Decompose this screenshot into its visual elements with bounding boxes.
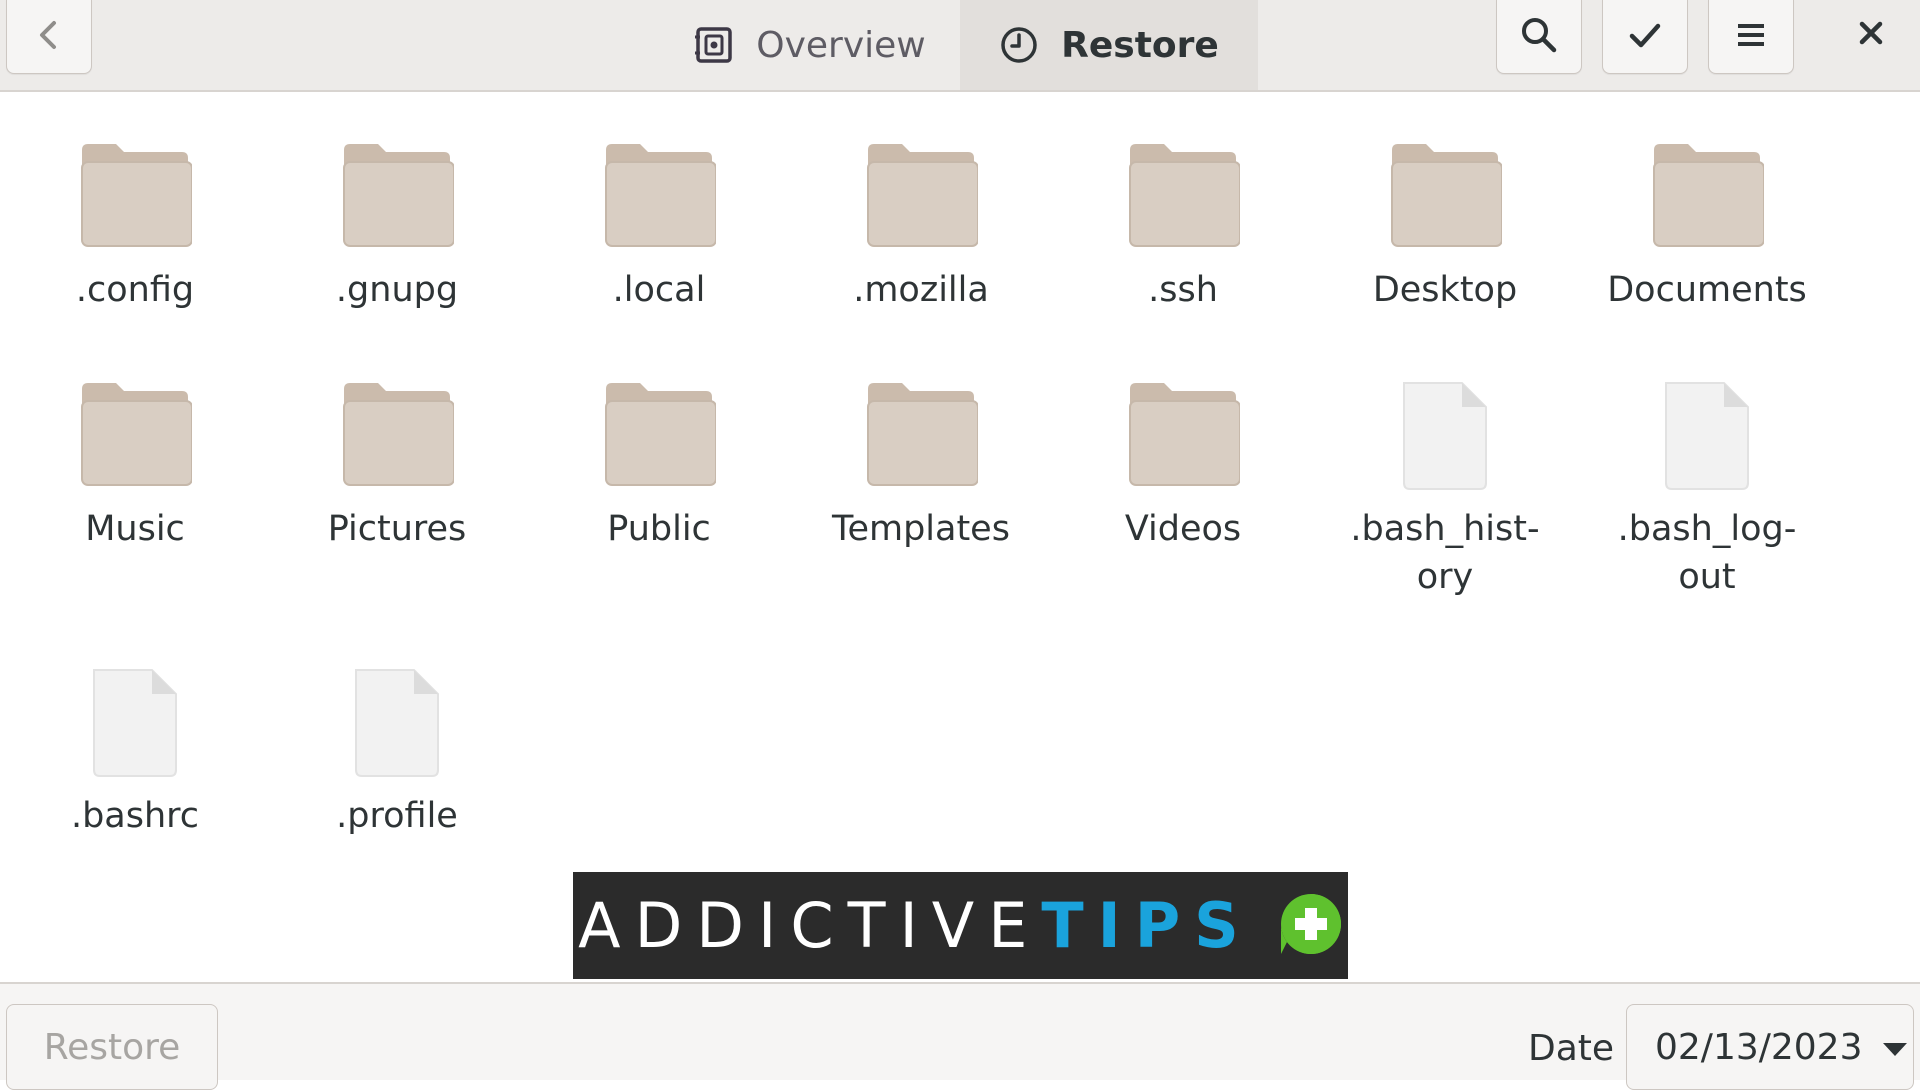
item-label: .gnupg (335, 270, 459, 310)
file-icon (15, 658, 255, 778)
file-grid: .config .gnupg .local .mozilla .ssh Desk… (0, 92, 1920, 982)
folder-item[interactable]: .ssh (1063, 132, 1303, 314)
folder-item[interactable]: .mozilla (801, 132, 1041, 314)
folder-icon (1325, 132, 1565, 252)
watermark-text-bold: TIPS (1041, 889, 1253, 962)
watermark-banner: ADDICTIVETIPS (573, 872, 1348, 979)
back-arrow-icon (34, 15, 64, 59)
folder-item[interactable]: .gnupg (277, 132, 517, 314)
plus-badge-icon (1279, 892, 1343, 960)
item-label: .config (75, 270, 195, 310)
folder-icon (277, 371, 517, 491)
item-label: .bash_log- out (1617, 509, 1797, 597)
item-label: Desktop (1372, 270, 1518, 310)
item-label: .mozilla (853, 270, 989, 310)
folder-item[interactable]: Videos (1063, 371, 1303, 553)
close-button[interactable] (1828, 0, 1914, 70)
item-label: .bashrc (70, 796, 200, 836)
folder-icon (15, 132, 255, 252)
file-item[interactable]: .profile (277, 658, 517, 840)
dropdown-arrow-icon (1881, 1027, 1909, 1068)
archive-icon (694, 25, 734, 65)
folder-icon (277, 132, 517, 252)
item-label: .ssh (1148, 270, 1218, 310)
tab-overview-label: Overview (756, 24, 926, 66)
folder-icon (1587, 132, 1827, 252)
tab-restore[interactable]: Restore (960, 0, 1258, 90)
header-bar: Overview Restore (0, 0, 1920, 92)
hamburger-menu-icon (1734, 18, 1768, 56)
folder-icon (539, 371, 779, 491)
item-label: Music (85, 509, 185, 549)
action-bar: Restore Date 02/13/2023 (0, 982, 1920, 1090)
file-item[interactable]: .bashrc (15, 658, 255, 840)
tab-overview[interactable]: Overview (660, 0, 960, 90)
date-label: Date (1528, 1028, 1615, 1069)
file-icon (1325, 371, 1565, 491)
file-icon (277, 658, 517, 778)
folder-icon (801, 132, 1041, 252)
watermark-text-light: ADDICTIVE (578, 889, 1042, 962)
menu-button[interactable] (1708, 0, 1794, 74)
folder-icon (15, 371, 255, 491)
item-label: Videos (1124, 509, 1242, 549)
item-label: Documents (1607, 270, 1807, 310)
folder-item[interactable]: Public (539, 371, 779, 553)
item-label: .local (612, 270, 706, 310)
date-value: 02/13/2023 (1655, 1026, 1863, 1068)
folder-icon (1063, 132, 1303, 252)
folder-item[interactable]: Music (15, 371, 255, 553)
clock-icon (999, 25, 1039, 65)
search-button[interactable] (1496, 0, 1582, 74)
folder-item[interactable]: .local (539, 132, 779, 314)
item-label: .bash_hist- ory (1350, 509, 1540, 597)
restore-button[interactable]: Restore (6, 1004, 218, 1090)
tab-restore-label: Restore (1061, 24, 1219, 66)
folder-item[interactable]: .config (15, 132, 255, 314)
item-label: Public (607, 509, 711, 549)
search-icon (1519, 15, 1559, 59)
file-icon (1587, 371, 1827, 491)
folder-item[interactable]: Templates (801, 371, 1041, 553)
item-label: Pictures (327, 509, 467, 549)
folder-item[interactable]: Documents (1587, 132, 1827, 314)
back-button[interactable] (6, 0, 92, 74)
folder-icon (539, 132, 779, 252)
file-item[interactable]: .bash_log- out (1587, 371, 1827, 601)
close-icon (1856, 18, 1886, 52)
date-dropdown[interactable]: 02/13/2023 (1626, 1004, 1914, 1090)
folder-item[interactable]: Desktop (1325, 132, 1565, 314)
folder-icon (801, 371, 1041, 491)
item-label: Templates (832, 509, 1010, 549)
select-button[interactable] (1602, 0, 1688, 74)
folder-item[interactable]: Pictures (277, 371, 517, 553)
item-label: .profile (336, 796, 458, 836)
folder-icon (1063, 371, 1303, 491)
file-item[interactable]: .bash_hist- ory (1325, 371, 1565, 601)
checkmark-icon (1627, 17, 1663, 57)
watermark-logo-text: ADDICTIVETIPS (578, 889, 1253, 962)
